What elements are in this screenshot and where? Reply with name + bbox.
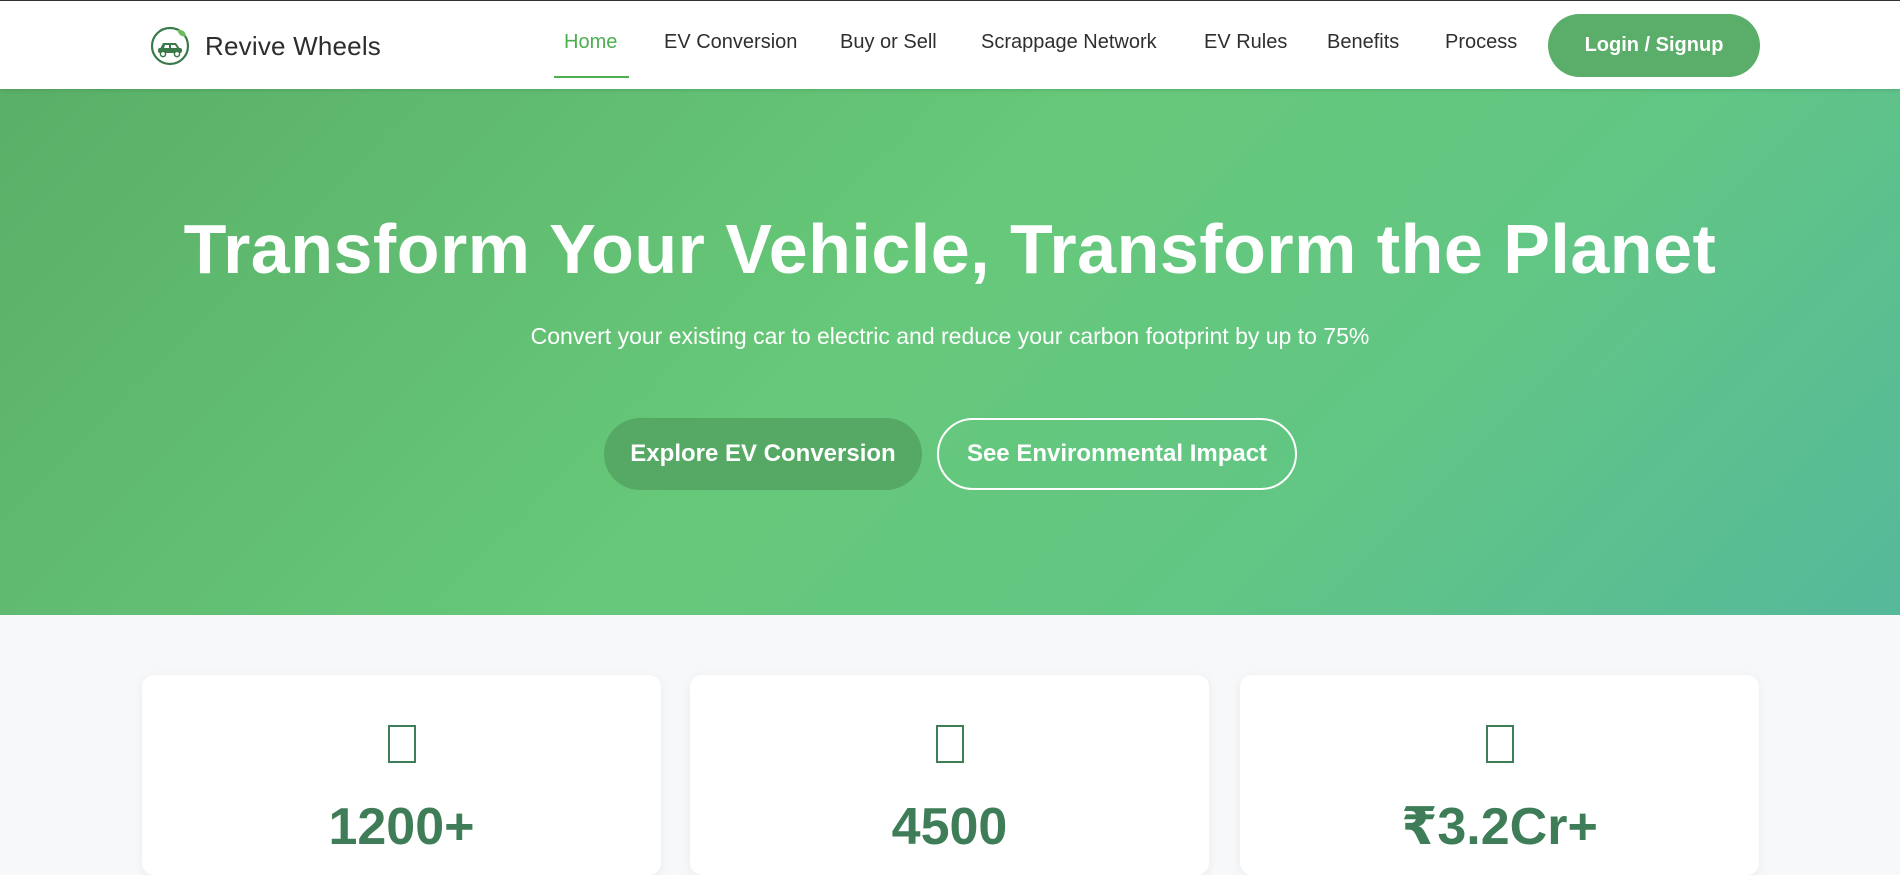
login-signup-button[interactable]: Login / Signup — [1548, 14, 1760, 77]
missing-glyph-icon — [1485, 725, 1514, 763]
missing-glyph-icon — [387, 725, 416, 763]
hero-subtitle: Convert your existing car to electric an… — [530, 323, 1370, 349]
see-environmental-impact-button[interactable]: See Environmental Impact — [937, 418, 1297, 490]
stat-value: 1200+ — [328, 798, 475, 856]
stat-card: 4500 — [690, 675, 1209, 875]
top-navbar: Revive Wheels Home EV Conversion Buy or … — [0, 1, 1900, 89]
stat-card: ₹3.2Cr+ — [1240, 675, 1759, 875]
nav-item-home[interactable]: Home — [564, 31, 617, 54]
stat-value: ₹3.2Cr+ — [1401, 798, 1598, 856]
nav-item-process[interactable]: Process — [1445, 31, 1517, 54]
active-nav-indicator — [554, 76, 629, 78]
stat-value: 4500 — [891, 798, 1008, 856]
nav-item-buy-or-sell[interactable]: Buy or Sell — [840, 31, 937, 54]
hero-title: Transform Your Vehicle, Transform the Pl… — [183, 210, 1717, 288]
nav-item-ev-rules[interactable]: EV Rules — [1204, 31, 1287, 54]
explore-ev-conversion-button[interactable]: Explore EV Conversion — [604, 418, 922, 490]
nav-item-benefits[interactable]: Benefits — [1327, 31, 1399, 54]
stat-card: 1200+ — [142, 675, 661, 875]
nav-item-ev-conversion[interactable]: EV Conversion — [664, 31, 797, 54]
missing-glyph-icon — [935, 725, 964, 763]
nav-item-scrappage-network[interactable]: Scrappage Network — [981, 31, 1157, 54]
hero-section: Transform Your Vehicle, Transform the Pl… — [0, 89, 1900, 615]
